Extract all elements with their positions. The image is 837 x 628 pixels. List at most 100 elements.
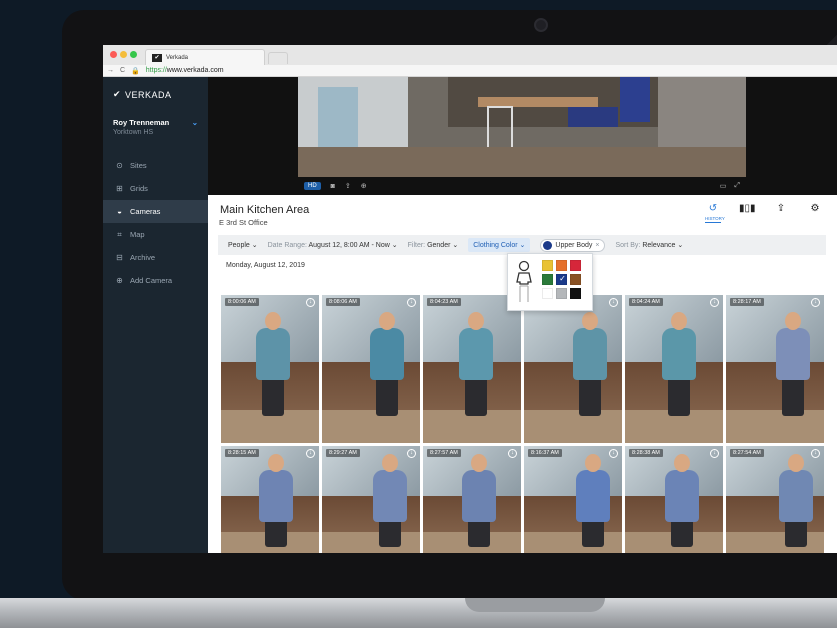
app: ✔ VERKADA Roy Trenneman ⌄ Yorktown HS ⊙ …: [103, 77, 837, 553]
timestamp-label: 8:28:17 AM: [730, 298, 764, 306]
laptop-base: [0, 598, 837, 628]
filter-bar: People ⌄ Date Range: August 12, 8:00 AM …: [218, 235, 826, 255]
result-thumbnail[interactable]: 8:28:15 AM ↓: [221, 446, 319, 553]
download-icon[interactable]: ↓: [811, 449, 820, 458]
sidebar-item-map[interactable]: ⌗ Map: [103, 223, 208, 246]
people-dropdown[interactable]: People ⌄: [228, 241, 258, 249]
theater-mode-icon[interactable]: ▭: [720, 182, 727, 190]
timestamp-label: 8:04:23 AM: [427, 298, 461, 306]
download-icon[interactable]: ↓: [609, 298, 618, 307]
clothing-color-dropdown[interactable]: Clothing Color ⌄: [468, 238, 531, 252]
main-panel: HD ◙ ⇪ ⊕ ▭ ⤢ Main Kitchen Area E 3rd St …: [208, 77, 837, 553]
color-swatch[interactable]: ✓: [556, 274, 567, 285]
timestamp-label: 8:29:27 AM: [326, 449, 360, 457]
checkmark-icon: ✓: [559, 274, 566, 283]
download-icon[interactable]: ↓: [306, 449, 315, 458]
user-switcher[interactable]: Roy Trenneman ⌄ Yorktown HS: [103, 108, 208, 154]
url-text[interactable]: https://www.verkada.com: [146, 67, 224, 74]
verkada-favicon-icon: ✔: [152, 53, 162, 62]
timestamp-label: 8:04:24 AM: [629, 298, 663, 306]
zoom-icon[interactable]: ⊕: [361, 182, 367, 190]
new-tab-button[interactable]: [268, 52, 288, 64]
export-icon[interactable]: ⇪: [773, 203, 789, 214]
page-subtitle: E 3rd St Office: [219, 218, 268, 227]
sidebar-item-archive[interactable]: ⊟ Archive: [103, 246, 208, 269]
body-figure-icon[interactable]: [514, 260, 534, 304]
result-thumbnail[interactable]: 8:08:06 AM ↓: [322, 295, 420, 443]
result-thumbnail[interactable]: 8:16:37 AM ↓: [524, 446, 622, 553]
back-arrow-icon[interactable]: →: [107, 67, 114, 74]
color-swatch[interactable]: [570, 260, 581, 271]
download-icon[interactable]: ↓: [710, 298, 719, 307]
result-thumbnail[interactable]: 8:28:38 AM ↓: [625, 446, 723, 553]
result-thumbnail[interactable]: ↓: [524, 295, 622, 443]
browser-tabbar: ✔ Verkada: [103, 45, 837, 65]
gender-dropdown[interactable]: Filter: Gender ⌄: [408, 241, 459, 249]
sidebar-item-sites[interactable]: ⊙ Sites: [103, 154, 208, 177]
share-icon[interactable]: ⇪: [345, 182, 351, 190]
sidebar-item-cameras[interactable]: ◒ Cameras: [103, 200, 208, 223]
download-icon[interactable]: ↓: [407, 298, 416, 307]
timestamp-label: 8:16:37 AM: [528, 449, 562, 457]
download-icon[interactable]: ↓: [508, 449, 517, 458]
color-swatch[interactable]: [556, 288, 567, 299]
result-thumbnail[interactable]: 8:27:57 AM ↓: [423, 446, 521, 553]
date-range-dropdown[interactable]: Date Range: August 12, 8:00 AM - Now ⌄: [268, 241, 398, 249]
history-button[interactable]: ↺ HISTORY: [705, 203, 725, 223]
color-swatch[interactable]: [570, 274, 581, 285]
timestamp-label: 8:08:06 AM: [326, 298, 360, 306]
result-thumbnail[interactable]: 8:00:06 AM ↓: [221, 295, 319, 443]
grid-icon: ⊞: [116, 184, 123, 193]
lock-icon: 🔒: [131, 67, 140, 75]
location-pin-icon: ⊙: [116, 161, 123, 170]
sort-dropdown[interactable]: Sort By: Relevance ⌄: [615, 241, 683, 249]
video-strip: HD ◙ ⇪ ⊕ ▭ ⤢: [208, 77, 837, 195]
fullscreen-icon[interactable]: ⤢: [734, 182, 740, 190]
user-site: Yorktown HS: [113, 129, 154, 136]
chevron-down-icon[interactable]: ⌄: [192, 118, 198, 127]
brand-logo[interactable]: ✔ VERKADA: [103, 77, 208, 108]
color-swatch[interactable]: [542, 288, 553, 299]
color-swatch[interactable]: [542, 260, 553, 271]
color-swatch[interactable]: [542, 274, 553, 285]
color-swatch[interactable]: [556, 260, 567, 271]
download-icon[interactable]: ↓: [306, 298, 315, 307]
result-thumbnail[interactable]: 8:29:27 AM ↓: [322, 446, 420, 553]
close-window-button[interactable]: [110, 51, 117, 58]
result-thumbnail[interactable]: 8:04:23 AM↓: [423, 295, 521, 443]
map-icon: ⌗: [117, 229, 122, 239]
quality-toggle[interactable]: HD: [304, 182, 321, 190]
result-thumbnail[interactable]: 8:27:54 AM ↓: [726, 446, 824, 553]
camera-feed[interactable]: [298, 77, 746, 177]
sidebar-item-grids[interactable]: ⊞ Grids: [103, 177, 208, 200]
remove-chip-icon[interactable]: ×: [595, 242, 599, 249]
verkada-logo-icon: ✔: [113, 89, 122, 99]
download-icon[interactable]: ↓: [407, 449, 416, 458]
date-heading: Monday, August 12, 2019: [226, 262, 305, 269]
history-label: HISTORY: [705, 216, 725, 223]
laptop-notch: [465, 598, 605, 612]
address-bar[interactable]: → C 🔒 https://www.verkada.com: [103, 65, 837, 77]
clothing-color-popover: ✓: [507, 253, 593, 311]
snapshot-icon[interactable]: ◙: [331, 183, 335, 190]
browser-tab[interactable]: ✔ Verkada: [145, 49, 265, 65]
user-name: Roy Trenneman: [113, 118, 170, 127]
sidebar-item-add-camera[interactable]: ⊕ Add Camera: [103, 269, 208, 292]
upper-body-chip[interactable]: Upper Body ×: [540, 238, 606, 252]
result-thumbnail[interactable]: 8:04:24 AM ↓: [625, 295, 723, 443]
page-title: Main Kitchen Area: [220, 204, 310, 216]
settings-gear-icon[interactable]: ⚙: [807, 203, 823, 214]
maximize-window-button[interactable]: [130, 51, 137, 58]
camera-header: Main Kitchen Area E 3rd St Office ↺ HIST…: [208, 195, 837, 233]
download-icon[interactable]: ↓: [609, 449, 618, 458]
camera-icon: ◒: [117, 207, 122, 216]
analytics-icon[interactable]: ▮▯▮: [739, 203, 756, 214]
download-icon[interactable]: ↓: [811, 298, 820, 307]
tab-title: Verkada: [166, 54, 189, 61]
download-icon[interactable]: ↓: [710, 449, 719, 458]
plus-circle-icon: ⊕: [116, 276, 123, 285]
minimize-window-button[interactable]: [120, 51, 127, 58]
color-swatch[interactable]: [570, 288, 581, 299]
result-thumbnail[interactable]: 8:28:17 AM ↓: [726, 295, 824, 443]
reload-icon[interactable]: C: [120, 67, 125, 74]
